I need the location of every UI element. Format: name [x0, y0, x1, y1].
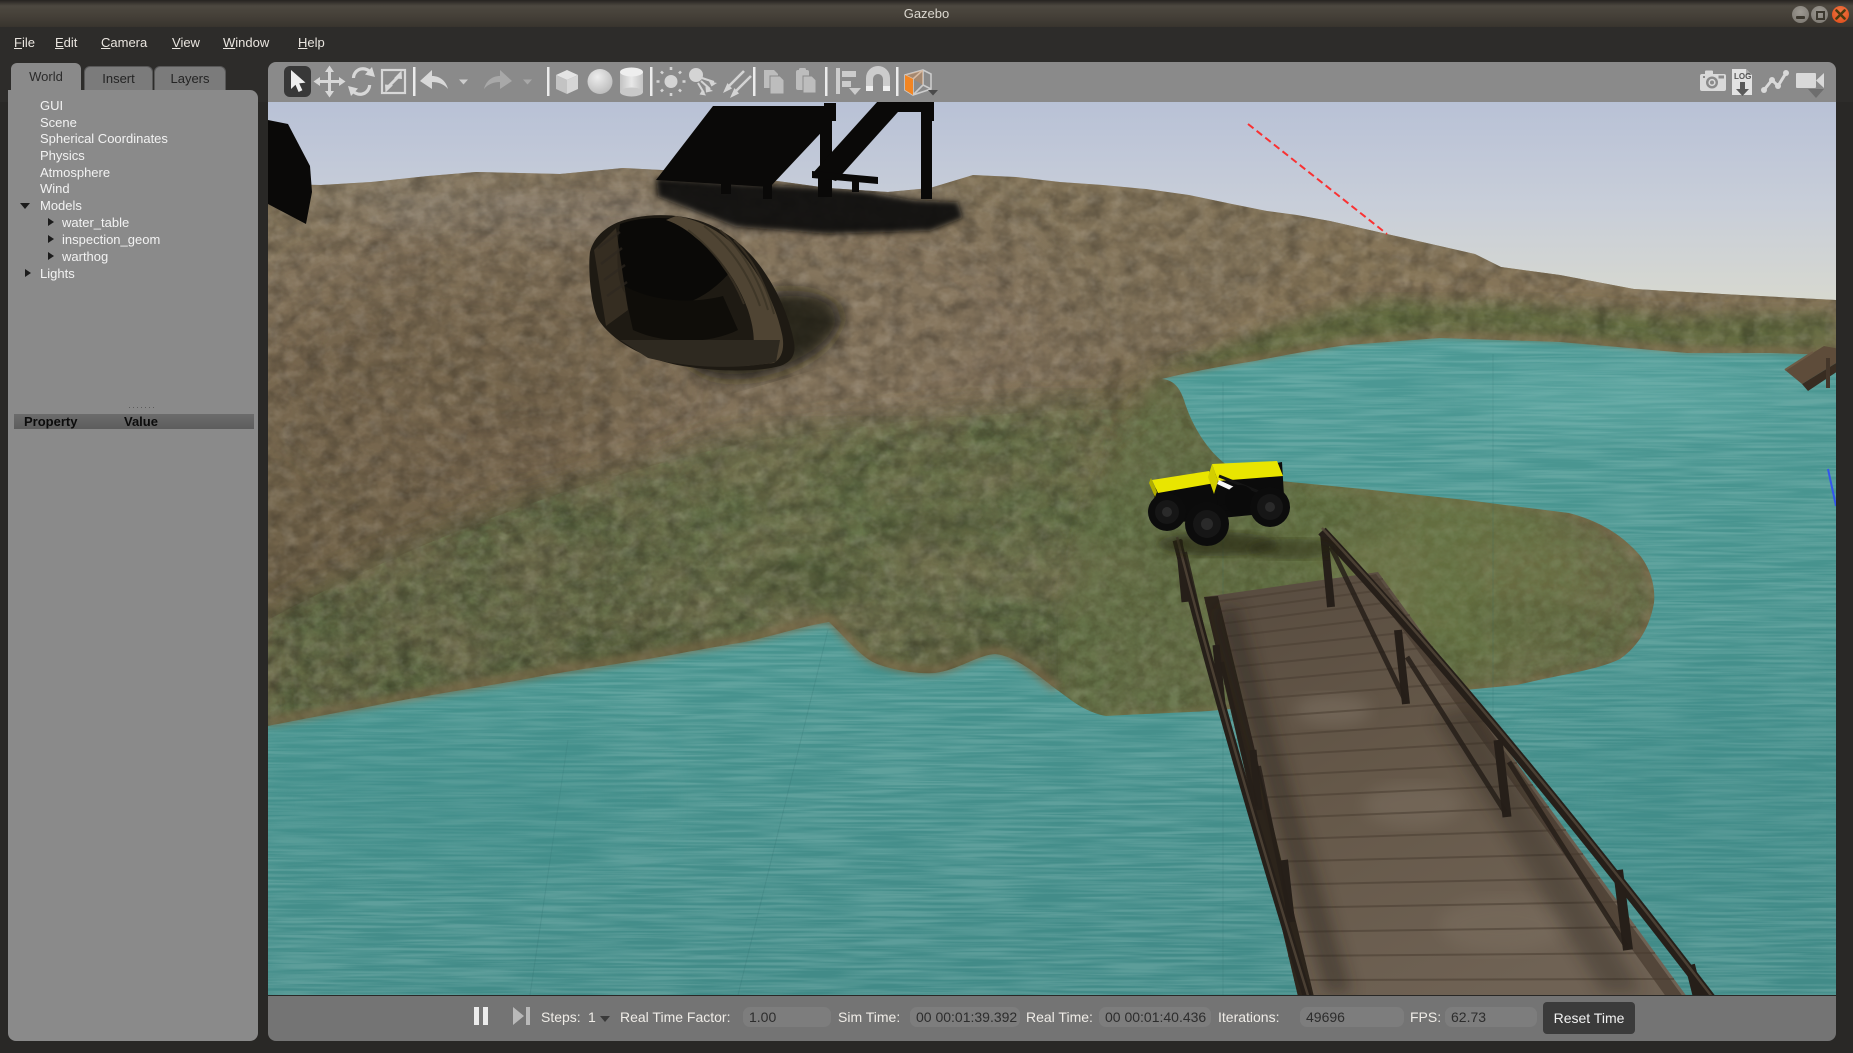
svg-text:LOG: LOG [1734, 72, 1751, 81]
